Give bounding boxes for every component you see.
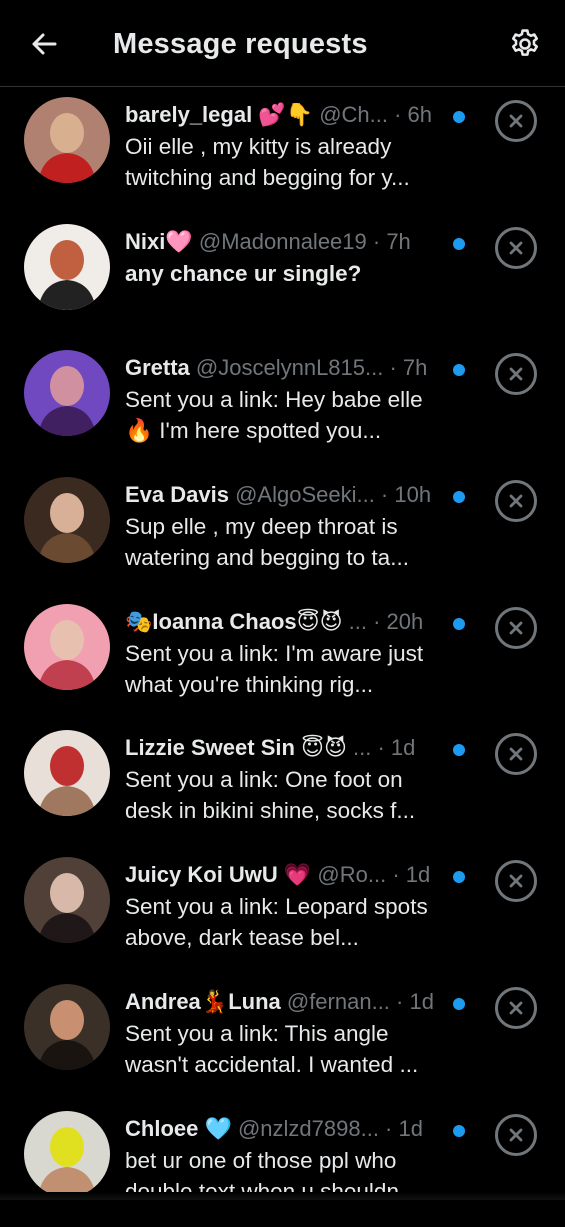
dismiss-request-button[interactable] xyxy=(495,353,537,395)
close-icon xyxy=(508,113,524,129)
avatar[interactable] xyxy=(24,224,110,310)
message-preview: Sent you a link: One foot on desk in bik… xyxy=(125,764,445,826)
request-header: Nixi🩷 @Madonnalee19 · 7h xyxy=(125,226,445,258)
message-request-row[interactable]: Gretta @JoscelynnL815... · 7h Sent you a… xyxy=(0,340,565,467)
close-icon xyxy=(508,873,524,889)
display-name: Gretta xyxy=(125,355,190,380)
display-name: Juicy Koi UwU 💗 xyxy=(125,862,311,887)
request-header: Gretta @JoscelynnL815... · 7h xyxy=(125,352,445,384)
close-icon xyxy=(508,366,524,382)
avatar[interactable] xyxy=(24,984,110,1070)
request-content[interactable]: Lizzie Sweet Sin 😇😈 ... · 1d Sent you a … xyxy=(125,732,445,826)
unread-indicator xyxy=(453,364,465,376)
handle-and-time: @nzlzd7898... · 1d xyxy=(232,1116,423,1141)
dismiss-request-button[interactable] xyxy=(495,480,537,522)
request-header: Chloee 🩵 @nzlzd7898... · 1d xyxy=(125,1113,445,1145)
dismiss-request-button[interactable] xyxy=(495,860,537,902)
gear-icon xyxy=(508,27,542,61)
request-header: Lizzie Sweet Sin 😇😈 ... · 1d xyxy=(125,732,445,764)
dismiss-request-button[interactable] xyxy=(495,607,537,649)
unread-indicator xyxy=(453,1125,465,1137)
dismiss-request-button[interactable] xyxy=(495,987,537,1029)
display-name: barely_legal 💕👇 xyxy=(125,102,313,127)
avatar[interactable] xyxy=(24,857,110,943)
close-icon xyxy=(508,1000,524,1016)
unread-indicator xyxy=(453,998,465,1010)
display-name: Andrea💃Luna xyxy=(125,989,281,1014)
message-request-row[interactable]: Andrea💃Luna @fernan... · 1d Sent you a l… xyxy=(0,974,565,1101)
request-content[interactable]: barely_legal 💕👇 @Ch... · 6h Oii elle , m… xyxy=(125,99,445,193)
message-request-row[interactable]: Nixi🩷 @Madonnalee19 · 7h any chance ur s… xyxy=(0,214,565,341)
display-name: Lizzie Sweet Sin 😇😈 xyxy=(125,735,347,760)
close-icon xyxy=(508,746,524,762)
avatar[interactable] xyxy=(24,1111,110,1197)
unread-indicator xyxy=(453,491,465,503)
dismiss-request-button[interactable] xyxy=(495,1114,537,1156)
dismiss-request-button[interactable] xyxy=(495,227,537,269)
request-header: Juicy Koi UwU 💗 @Ro... · 1d xyxy=(125,859,445,891)
message-preview: Sent you a link: Leopard spots above, da… xyxy=(125,891,445,953)
message-preview: Sent you a link: Hey babe elle 🔥 I'm her… xyxy=(125,384,445,446)
request-header: 🎭Ioanna Chaos😇😈 ... · 20h xyxy=(125,606,445,638)
close-icon xyxy=(508,493,524,509)
request-content[interactable]: Andrea💃Luna @fernan... · 1d Sent you a l… xyxy=(125,986,445,1080)
message-preview: Sent you a link: This angle wasn't accid… xyxy=(125,1018,445,1080)
message-preview: Oii elle , my kitty is already twitching… xyxy=(125,131,445,193)
unread-indicator xyxy=(453,871,465,883)
request-content[interactable]: Eva Davis @AlgoSeeki... · 10h Sup elle ,… xyxy=(125,479,445,573)
request-content[interactable]: 🎭Ioanna Chaos😇😈 ... · 20h Sent you a lin… xyxy=(125,606,445,700)
request-header: Andrea💃Luna @fernan... · 1d xyxy=(125,986,445,1018)
avatar[interactable] xyxy=(24,730,110,816)
message-preview: Sent you a link: I'm aware just what you… xyxy=(125,638,445,700)
request-content[interactable]: Nixi🩷 @Madonnalee19 · 7h any chance ur s… xyxy=(125,226,445,289)
display-name: Eva Davis xyxy=(125,482,229,507)
display-name: Nixi🩷 xyxy=(125,229,193,254)
avatar[interactable] xyxy=(24,97,110,183)
avatar[interactable] xyxy=(24,477,110,563)
message-request-row[interactable]: Juicy Koi UwU 💗 @Ro... · 1d Sent you a l… xyxy=(0,847,565,974)
handle-and-time: @AlgoSeeki... · 10h xyxy=(229,482,431,507)
page-title: Message requests xyxy=(113,24,368,64)
avatar[interactable] xyxy=(24,604,110,690)
display-name: Chloee 🩵 xyxy=(125,1116,232,1141)
handle-and-time: ... · 20h xyxy=(343,609,424,634)
handle-and-time: @Ro... · 1d xyxy=(311,862,430,887)
unread-indicator xyxy=(453,618,465,630)
unread-indicator xyxy=(453,744,465,756)
close-icon xyxy=(508,240,524,256)
message-request-row[interactable]: barely_legal 💕👇 @Ch... · 6h Oii elle , m… xyxy=(0,87,565,214)
request-content[interactable]: Juicy Koi UwU 💗 @Ro... · 1d Sent you a l… xyxy=(125,859,445,953)
close-icon xyxy=(508,1127,524,1143)
message-request-list: barely_legal 💕👇 @Ch... · 6h Oii elle , m… xyxy=(0,87,565,1227)
back-button[interactable] xyxy=(24,24,64,64)
message-preview: Sup elle , my deep throat is watering an… xyxy=(125,511,445,573)
message-request-row[interactable]: 🎭Ioanna Chaos😇😈 ... · 20h Sent you a lin… xyxy=(0,594,565,721)
unread-indicator xyxy=(453,238,465,250)
settings-button[interactable] xyxy=(505,24,545,64)
unread-indicator xyxy=(453,111,465,123)
handle-and-time: ... · 1d xyxy=(347,735,415,760)
arrow-left-icon xyxy=(30,30,58,58)
next-row-edge xyxy=(0,1192,565,1200)
message-preview: any chance ur single? xyxy=(125,258,445,289)
handle-and-time: @fernan... · 1d xyxy=(281,989,434,1014)
close-icon xyxy=(508,620,524,636)
message-request-row[interactable]: Chloee 🩵 @nzlzd7898... · 1d bet ur one o… xyxy=(0,1101,565,1227)
request-content[interactable]: Gretta @JoscelynnL815... · 7h Sent you a… xyxy=(125,352,445,446)
handle-and-time: @Madonnalee19 · 7h xyxy=(193,229,411,254)
request-header: Eva Davis @AlgoSeeki... · 10h xyxy=(125,479,445,511)
avatar[interactable] xyxy=(24,350,110,436)
dismiss-request-button[interactable] xyxy=(495,100,537,142)
top-bar: Message requests xyxy=(0,0,565,87)
dismiss-request-button[interactable] xyxy=(495,733,537,775)
message-request-row[interactable]: Eva Davis @AlgoSeeki... · 10h Sup elle ,… xyxy=(0,467,565,594)
message-request-row[interactable]: Lizzie Sweet Sin 😇😈 ... · 1d Sent you a … xyxy=(0,720,565,847)
handle-and-time: @Ch... · 6h xyxy=(313,102,432,127)
handle-and-time: @JoscelynnL815... · 7h xyxy=(190,355,428,380)
request-header: barely_legal 💕👇 @Ch... · 6h xyxy=(125,99,445,131)
display-name: 🎭Ioanna Chaos😇😈 xyxy=(125,609,343,634)
